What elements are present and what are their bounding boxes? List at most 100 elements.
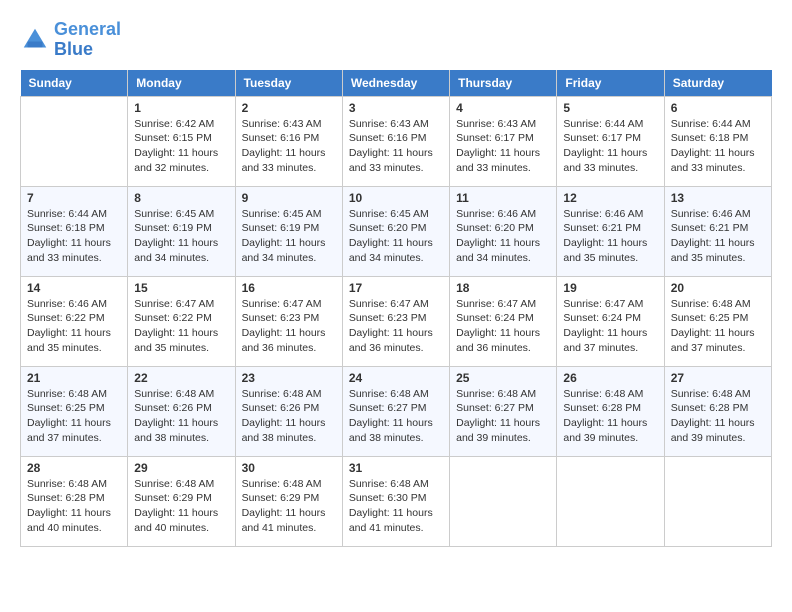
- day-cell: [557, 456, 664, 546]
- day-number: 8: [134, 191, 228, 205]
- day-cell: 17Sunrise: 6:47 AMSunset: 6:23 PMDayligh…: [342, 276, 449, 366]
- day-info: Sunrise: 6:48 AMSunset: 6:26 PMDaylight:…: [134, 387, 228, 446]
- header-cell-saturday: Saturday: [664, 70, 771, 97]
- day-info: Sunrise: 6:48 AMSunset: 6:28 PMDaylight:…: [671, 387, 765, 446]
- day-cell: 28 Sunrise: 6:48 AMSunset: 6:28 PMDayligh…: [21, 456, 128, 546]
- day-cell: 7Sunrise: 6:44 AMSunset: 6:18 PMDaylight…: [21, 186, 128, 276]
- day-info: Sunrise: 6:48 AMSunset: 6:25 PMDaylight:…: [671, 297, 765, 356]
- day-info: Sunrise: 6:44 AMSunset: 6:17 PMDaylight:…: [563, 117, 657, 176]
- day-number: 6: [671, 101, 765, 115]
- day-cell: 11Sunrise: 6:46 AMSunset: 6:20 PMDayligh…: [450, 186, 557, 276]
- week-row-3: 14 Sunrise: 6:46 AMSunset: 6:22 PMDayligh…: [21, 276, 772, 366]
- day-cell: 19Sunrise: 6:47 AMSunset: 6:24 PMDayligh…: [557, 276, 664, 366]
- day-cell: 5 Sunrise: 6:44 AMSunset: 6:17 PMDaylight…: [557, 96, 664, 186]
- week-row-4: 21 Sunrise: 6:48 AMSunset: 6:25 PMDayligh…: [21, 366, 772, 456]
- day-cell: 15 Sunrise: 6:47 AMSunset: 6:22 PMDayligh…: [128, 276, 235, 366]
- header-cell-friday: Friday: [557, 70, 664, 97]
- day-info: Sunrise: 6:48 AMSunset: 6:29 PMDaylight:…: [242, 477, 336, 536]
- day-info: Sunrise: 6:48 AMSunset: 6:27 PMDaylight:…: [456, 387, 550, 446]
- day-cell: 2 Sunrise: 6:43 AMSunset: 6:16 PMDaylight…: [235, 96, 342, 186]
- day-cell: 1 Sunrise: 6:42 AMSunset: 6:15 PMDaylight…: [128, 96, 235, 186]
- header-row: SundayMondayTuesdayWednesdayThursdayFrid…: [21, 70, 772, 97]
- day-cell: [21, 96, 128, 186]
- day-cell: 30 Sunrise: 6:48 AMSunset: 6:29 PMDayligh…: [235, 456, 342, 546]
- week-row-5: 28 Sunrise: 6:48 AMSunset: 6:28 PMDayligh…: [21, 456, 772, 546]
- day-cell: 25 Sunrise: 6:48 AMSunset: 6:27 PMDayligh…: [450, 366, 557, 456]
- week-row-1: 1 Sunrise: 6:42 AMSunset: 6:15 PMDaylight…: [21, 96, 772, 186]
- header-cell-sunday: Sunday: [21, 70, 128, 97]
- day-number: 10: [349, 191, 443, 205]
- day-cell: 9Sunrise: 6:45 AMSunset: 6:19 PMDaylight…: [235, 186, 342, 276]
- day-cell: 23 Sunrise: 6:48 AMSunset: 6:26 PMDayligh…: [235, 366, 342, 456]
- day-cell: 24 Sunrise: 6:48 AMSunset: 6:27 PMDayligh…: [342, 366, 449, 456]
- logo: General Blue: [20, 20, 121, 60]
- day-number: 14: [27, 281, 121, 295]
- day-info: Sunrise: 6:45 AMSunset: 6:19 PMDaylight:…: [242, 207, 336, 266]
- day-info: Sunrise: 6:47 AMSunset: 6:22 PMDaylight:…: [134, 297, 228, 356]
- header-cell-wednesday: Wednesday: [342, 70, 449, 97]
- day-info: Sunrise: 6:48 AMSunset: 6:29 PMDaylight:…: [134, 477, 228, 536]
- day-info: Sunrise: 6:47 AMSunset: 6:23 PMDaylight:…: [242, 297, 336, 356]
- day-number: 17: [349, 281, 443, 295]
- day-number: 29: [134, 461, 228, 475]
- day-info: Sunrise: 6:48 AMSunset: 6:25 PMDaylight:…: [27, 387, 121, 446]
- day-number: 2: [242, 101, 336, 115]
- day-number: 7: [27, 191, 121, 205]
- day-cell: [664, 456, 771, 546]
- day-info: Sunrise: 6:48 AMSunset: 6:30 PMDaylight:…: [349, 477, 443, 536]
- day-number: 11: [456, 191, 550, 205]
- day-info: Sunrise: 6:48 AMSunset: 6:28 PMDaylight:…: [563, 387, 657, 446]
- day-number: 3: [349, 101, 443, 115]
- day-number: 5: [563, 101, 657, 115]
- day-number: 15: [134, 281, 228, 295]
- day-info: Sunrise: 6:48 AMSunset: 6:28 PMDaylight:…: [27, 477, 121, 536]
- day-cell: 4Sunrise: 6:43 AMSunset: 6:17 PMDaylight…: [450, 96, 557, 186]
- day-number: 21: [27, 371, 121, 385]
- day-info: Sunrise: 6:46 AMSunset: 6:22 PMDaylight:…: [27, 297, 121, 356]
- day-cell: 31 Sunrise: 6:48 AMSunset: 6:30 PMDayligh…: [342, 456, 449, 546]
- day-info: Sunrise: 6:47 AMSunset: 6:24 PMDaylight:…: [456, 297, 550, 356]
- day-number: 13: [671, 191, 765, 205]
- day-cell: 18 Sunrise: 6:47 AMSunset: 6:24 PMDayligh…: [450, 276, 557, 366]
- day-number: 16: [242, 281, 336, 295]
- day-cell: [450, 456, 557, 546]
- day-info: Sunrise: 6:45 AMSunset: 6:19 PMDaylight:…: [134, 207, 228, 266]
- day-number: 27: [671, 371, 765, 385]
- calendar-table: SundayMondayTuesdayWednesdayThursdayFrid…: [20, 70, 772, 547]
- header-cell-thursday: Thursday: [450, 70, 557, 97]
- day-number: 23: [242, 371, 336, 385]
- day-info: Sunrise: 6:42 AMSunset: 6:15 PMDaylight:…: [134, 117, 228, 176]
- day-number: 1: [134, 101, 228, 115]
- day-number: 30: [242, 461, 336, 475]
- day-cell: 14 Sunrise: 6:46 AMSunset: 6:22 PMDayligh…: [21, 276, 128, 366]
- day-cell: 13Sunrise: 6:46 AMSunset: 6:21 PMDayligh…: [664, 186, 771, 276]
- week-row-2: 7Sunrise: 6:44 AMSunset: 6:18 PMDaylight…: [21, 186, 772, 276]
- day-number: 26: [563, 371, 657, 385]
- day-cell: 29 Sunrise: 6:48 AMSunset: 6:29 PMDayligh…: [128, 456, 235, 546]
- day-cell: 26 Sunrise: 6:48 AMSunset: 6:28 PMDayligh…: [557, 366, 664, 456]
- day-info: Sunrise: 6:43 AMSunset: 6:17 PMDaylight:…: [456, 117, 550, 176]
- day-info: Sunrise: 6:48 AMSunset: 6:27 PMDaylight:…: [349, 387, 443, 446]
- header-cell-tuesday: Tuesday: [235, 70, 342, 97]
- day-cell: 21 Sunrise: 6:48 AMSunset: 6:25 PMDayligh…: [21, 366, 128, 456]
- day-cell: 27 Sunrise: 6:48 AMSunset: 6:28 PMDayligh…: [664, 366, 771, 456]
- day-number: 24: [349, 371, 443, 385]
- day-info: Sunrise: 6:43 AMSunset: 6:16 PMDaylight:…: [242, 117, 336, 176]
- day-info: Sunrise: 6:46 AMSunset: 6:21 PMDaylight:…: [563, 207, 657, 266]
- day-info: Sunrise: 6:43 AMSunset: 6:16 PMDaylight:…: [349, 117, 443, 176]
- day-number: 31: [349, 461, 443, 475]
- day-number: 28: [27, 461, 121, 475]
- day-number: 19: [563, 281, 657, 295]
- day-cell: 20Sunrise: 6:48 AMSunset: 6:25 PMDayligh…: [664, 276, 771, 366]
- day-number: 25: [456, 371, 550, 385]
- day-info: Sunrise: 6:44 AMSunset: 6:18 PMDaylight:…: [671, 117, 765, 176]
- day-number: 12: [563, 191, 657, 205]
- day-cell: 6 Sunrise: 6:44 AMSunset: 6:18 PMDaylight…: [664, 96, 771, 186]
- day-number: 18: [456, 281, 550, 295]
- day-cell: 22 Sunrise: 6:48 AMSunset: 6:26 PMDayligh…: [128, 366, 235, 456]
- logo-icon: [20, 25, 50, 55]
- day-number: 22: [134, 371, 228, 385]
- day-cell: 16 Sunrise: 6:47 AMSunset: 6:23 PMDayligh…: [235, 276, 342, 366]
- day-info: Sunrise: 6:48 AMSunset: 6:26 PMDaylight:…: [242, 387, 336, 446]
- day-cell: 10Sunrise: 6:45 AMSunset: 6:20 PMDayligh…: [342, 186, 449, 276]
